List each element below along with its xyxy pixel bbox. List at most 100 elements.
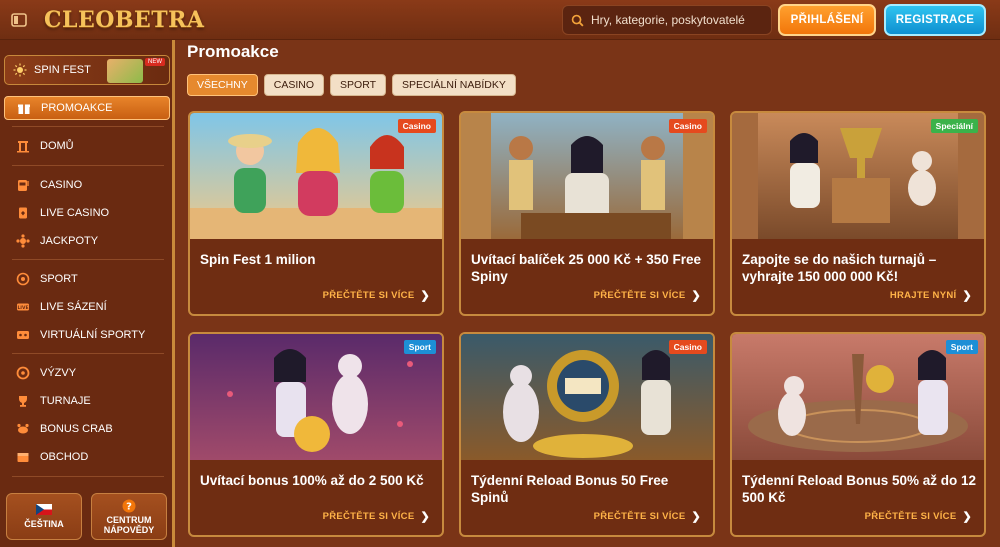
language-label: ČEŠTINA bbox=[24, 519, 64, 529]
read-more-link[interactable]: PŘEČTĚTE SI VÍCE ❯ bbox=[323, 289, 430, 302]
chevron-right-icon: ❯ bbox=[691, 290, 701, 302]
sidebar-item-label: DOMŮ bbox=[40, 140, 74, 152]
sidebar-item-obchod[interactable]: OBCHOD bbox=[4, 445, 170, 469]
sidebar-item-casino[interactable]: CASINO bbox=[4, 173, 170, 197]
new-badge: NEW bbox=[145, 58, 165, 66]
chevron-right-icon: ❯ bbox=[420, 511, 430, 523]
shop-icon bbox=[16, 450, 30, 464]
sidebar-item-label: VÝZVY bbox=[40, 367, 77, 379]
category-tag: Casino bbox=[397, 119, 436, 133]
sidebar-item-turnaje[interactable]: TURNAJE bbox=[4, 389, 170, 413]
promo-title: Týdenní Reload Bonus 50 Free Spinů bbox=[471, 473, 669, 505]
menu-icon bbox=[11, 12, 27, 27]
sidebar: SPIN FEST NEW PROMOAKCE DOMŮ CASINO LIVE… bbox=[0, 40, 175, 547]
filter-all[interactable]: VŠECHNY bbox=[187, 74, 258, 96]
sidebar-item-label: BONUS CRAB bbox=[40, 423, 113, 435]
search-input[interactable] bbox=[591, 13, 771, 27]
sidebar-item-spin-fest[interactable]: SPIN FEST NEW bbox=[4, 55, 170, 85]
gift-icon bbox=[17, 101, 31, 115]
sidebar-item-label: PROMOAKCE bbox=[41, 102, 113, 114]
help-label: CENTRUM NÁPOVĚDY bbox=[103, 514, 155, 535]
home-icon bbox=[16, 139, 30, 153]
divider bbox=[12, 165, 164, 166]
brand-logo[interactable]: CLEOBETRA bbox=[44, 7, 205, 33]
sidebar-toggle-button[interactable] bbox=[8, 9, 30, 31]
page-title: Promoakce bbox=[187, 42, 279, 61]
filter-casino[interactable]: CASINO bbox=[263, 74, 325, 96]
sidebar-item-bonus-crab[interactable]: BONUS CRAB bbox=[4, 417, 170, 441]
category-tag: Sport bbox=[403, 340, 436, 354]
read-more-link[interactable]: PŘEČTĚTE SI VÍCE ❯ bbox=[865, 510, 972, 523]
ball-icon bbox=[16, 272, 30, 286]
chevron-right-icon: ❯ bbox=[962, 290, 972, 302]
promo-card[interactable]: Casino Týdenní Reload Bonus 50 Free Spin… bbox=[459, 332, 715, 537]
top-header: CLEOBETRA PŘIHLÁŠENÍ REGISTRACE bbox=[0, 0, 1000, 40]
sidebar-item-label: OBCHOD bbox=[40, 451, 89, 463]
read-more-link[interactable]: PŘEČTĚTE SI VÍCE ❯ bbox=[594, 510, 701, 523]
sidebar-item-label: JACKPOTY bbox=[40, 235, 99, 247]
language-button[interactable]: ČEŠTINA bbox=[6, 493, 82, 540]
svg-text:LIVE: LIVE bbox=[17, 305, 28, 311]
sidebar-item-label: SPORT bbox=[40, 273, 78, 285]
category-tag: Sport bbox=[945, 340, 978, 354]
category-tag: Casino bbox=[668, 119, 707, 133]
category-tag: Speciální bbox=[930, 119, 978, 133]
login-button[interactable]: PŘIHLÁŠENÍ bbox=[778, 4, 876, 36]
chevron-right-icon: ❯ bbox=[962, 511, 972, 523]
register-button[interactable]: REGISTRACE bbox=[884, 4, 986, 36]
sidebar-item-label: SPIN FEST bbox=[34, 64, 91, 76]
category-filters: VŠECHNY CASINO SPORT SPECIÁLNÍ NABÍDKY bbox=[187, 74, 516, 96]
sun-icon bbox=[13, 63, 27, 77]
sidebar-item-label: CASINO bbox=[40, 179, 83, 191]
play-now-link[interactable]: HRAJTE NYNÍ ❯ bbox=[890, 289, 972, 302]
play-now-label: HRAJTE NYNÍ bbox=[889, 290, 957, 301]
live-icon: LIVE bbox=[16, 300, 30, 314]
challenge-icon bbox=[16, 366, 30, 380]
sidebar-item-label: LIVE SÁZENÍ bbox=[40, 301, 107, 313]
chevron-right-icon: ❯ bbox=[691, 511, 701, 523]
read-more-link[interactable]: PŘEČTĚTE SI VÍCE ❯ bbox=[323, 510, 430, 523]
sidebar-item-jackpoty[interactable]: JACKPOTY bbox=[4, 229, 170, 253]
promo-card[interactable]: Speciální Zapojte se do našich turnajů –… bbox=[730, 111, 986, 316]
read-more-link[interactable]: PŘEČTĚTE SI VÍCE ❯ bbox=[594, 289, 701, 302]
sidebar-item-label: TURNAJE bbox=[40, 395, 91, 407]
promo-card[interactable]: Casino Uvítací balíček 25 000 Kč + 350 F… bbox=[459, 111, 715, 316]
sidebar-item-virtualni-sporty[interactable]: VIRTUÁLNÍ SPORTY bbox=[4, 323, 170, 347]
sidebar-item-promoakce[interactable]: PROMOAKCE bbox=[4, 96, 170, 120]
read-more-label: PŘEČTĚTE SI VÍCE bbox=[864, 511, 957, 522]
filter-special-offers[interactable]: SPECIÁLNÍ NABÍDKY bbox=[392, 74, 516, 96]
trophy-icon bbox=[16, 394, 30, 408]
search-box[interactable] bbox=[562, 5, 772, 35]
promo-title: Uvítací bonus 100% až do 2 500 Kč bbox=[200, 473, 424, 488]
czech-flag-icon bbox=[36, 504, 52, 515]
promo-title: Týdenní Reload Bonus 50% až do 12 500 Kč bbox=[742, 473, 977, 505]
promo-card[interactable]: Casino Spin Fest 1 milion PŘEČTĚTE SI VÍ… bbox=[188, 111, 444, 316]
read-more-label: PŘEČTĚTE SI VÍCE bbox=[322, 290, 415, 301]
svg-text:?: ? bbox=[126, 501, 132, 512]
crab-icon bbox=[16, 422, 30, 436]
sidebar-item-domu[interactable]: DOMŮ bbox=[4, 134, 170, 158]
promo-card[interactable]: Sport Týdenní Reload Bonus 50% až do 12 … bbox=[730, 332, 986, 537]
category-tag: Casino bbox=[668, 340, 707, 354]
read-more-label: PŘEČTĚTE SI VÍCE bbox=[593, 511, 686, 522]
search-icon bbox=[571, 14, 584, 27]
divider bbox=[12, 126, 164, 127]
jackpot-icon bbox=[16, 234, 30, 248]
filter-sport[interactable]: SPORT bbox=[330, 74, 387, 96]
promo-card[interactable]: Sport Uvítací bonus 100% až do 2 500 Kč … bbox=[188, 332, 444, 537]
sidebar-item-sport[interactable]: SPORT bbox=[4, 267, 170, 291]
virtual-icon bbox=[16, 328, 30, 342]
sidebar-item-vyzvy[interactable]: VÝZVY bbox=[4, 361, 170, 385]
divider bbox=[12, 353, 164, 354]
sidebar-item-label: VIRTUÁLNÍ SPORTY bbox=[40, 329, 146, 341]
promo-title: Spin Fest 1 milion bbox=[200, 252, 316, 267]
sidebar-item-label: LIVE CASINO bbox=[40, 207, 110, 219]
sidebar-item-live-sazeni[interactable]: LIVE LIVE SÁZENÍ bbox=[4, 295, 170, 319]
promo-title: Uvítací balíček 25 000 Kč + 350 Free Spi… bbox=[471, 252, 702, 284]
divider bbox=[12, 259, 164, 260]
promo-title: Zapojte se do našich turnajů – vyhrajte … bbox=[742, 252, 937, 284]
sidebar-item-live-casino[interactable]: LIVE CASINO bbox=[4, 201, 170, 225]
slot-machine-icon bbox=[16, 178, 30, 192]
read-more-label: PŘEČTĚTE SI VÍCE bbox=[593, 290, 686, 301]
help-center-button[interactable]: ? CENTRUM NÁPOVĚDY bbox=[91, 493, 167, 540]
